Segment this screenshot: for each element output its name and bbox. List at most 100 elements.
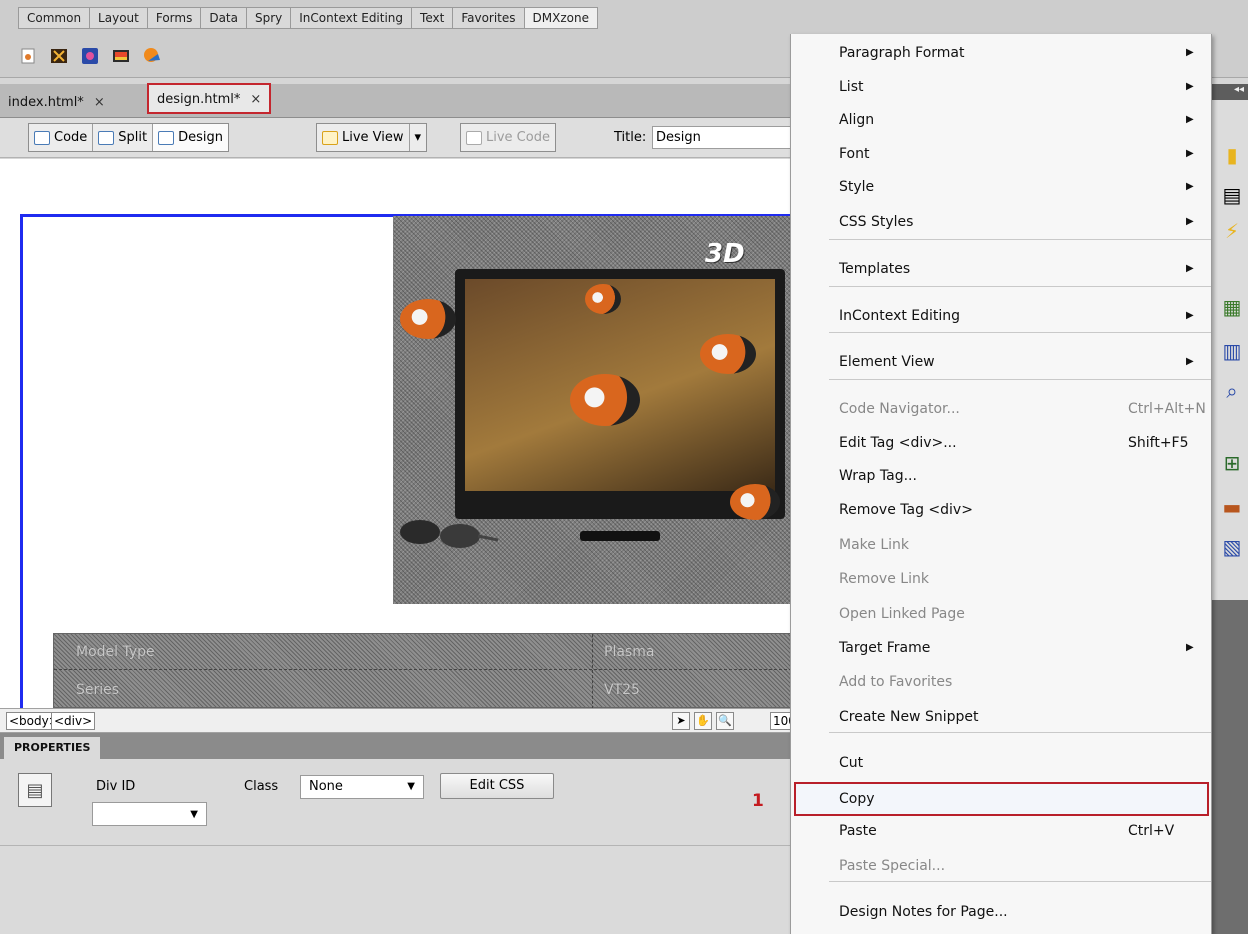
table-icon[interactable]: ▥: [1220, 340, 1244, 362]
live-view-button[interactable]: Live View: [317, 124, 410, 151]
insert-flash-icon[interactable]: [49, 46, 69, 66]
panel-dock: ◂◂ ▮ ▤ ⚡ ▦ ▥ ⌕ ⊞ ▬ ▧: [1212, 84, 1248, 934]
insert-image-icon[interactable]: [18, 46, 38, 66]
menu-item-element-view[interactable]: Element View ▶: [791, 345, 1211, 379]
context-menu: Paragraph Format ▶ List ▶ Align ▶ Font ▶ Style ▶ C…: [790, 34, 1212, 934]
submenu-arrow-icon: ▶: [1186, 263, 1194, 274]
category-forms[interactable]: Forms: [148, 8, 202, 28]
clownfish-graphic: [700, 334, 756, 374]
title-input[interactable]: Design: [652, 126, 792, 149]
category-text[interactable]: Text: [412, 8, 454, 28]
database-icon[interactable]: ▮: [1220, 144, 1244, 166]
table-row: Model Type Plasma: [54, 634, 790, 670]
snippets-icon[interactable]: ▦: [1220, 296, 1244, 318]
sitemap-icon[interactable]: ⊞: [1220, 452, 1244, 474]
menu-item-style[interactable]: Style ▶: [791, 170, 1211, 204]
menu-item-design-notes-for-page[interactable]: Design Notes for Page...: [791, 895, 1211, 929]
pointer-icon[interactable]: ➤: [672, 712, 690, 730]
menu-item-align[interactable]: Align ▶: [791, 103, 1211, 137]
code-icon: [34, 130, 50, 145]
collapse-panels-button[interactable]: ◂◂: [1212, 84, 1248, 100]
menu-item-label: Target Frame: [839, 640, 931, 656]
tab-index-html[interactable]: index.html* ×: [0, 88, 113, 117]
category-data[interactable]: Data: [201, 8, 247, 28]
design-canvas[interactable]: 3D Model Type Plasma Series VT25: [0, 159, 790, 708]
spec-table: Model Type Plasma Series VT25: [53, 633, 790, 708]
menu-item-css-styles[interactable]: CSS Styles ▶: [791, 205, 1211, 239]
menu-item-paste-special[interactable]: Paste Special...: [791, 849, 1211, 883]
tab-design-html[interactable]: design.html* ×: [147, 83, 272, 114]
menu-item-label: Remove Link: [839, 571, 929, 587]
search-icon[interactable]: ⌕: [1220, 380, 1244, 402]
menu-item-open-linked-page[interactable]: Open Linked Page: [791, 597, 1211, 631]
live-code-button[interactable]: Live Code: [461, 124, 555, 151]
menu-item-font[interactable]: Font ▶: [791, 137, 1211, 171]
live-view-dropdown[interactable]: ▾: [410, 124, 427, 151]
menu-item-label: Cut: [839, 755, 864, 771]
menu-item-make-link[interactable]: Make Link: [791, 528, 1211, 562]
div-id-select[interactable]: ▼: [92, 802, 207, 826]
menu-item-target-frame[interactable]: Target Frame ▶: [791, 631, 1211, 665]
lightning-icon[interactable]: ⚡: [1220, 220, 1244, 242]
menu-item-wrap-tag[interactable]: Wrap Tag...: [791, 459, 1211, 493]
edit-css-button[interactable]: Edit CSS: [440, 773, 554, 799]
clownfish-graphic: [570, 374, 640, 426]
assets-icon[interactable]: ▬: [1220, 496, 1244, 518]
menu-item-add-to-favorites[interactable]: Add to Favorites: [791, 665, 1211, 699]
server-behavior-icon[interactable]: ▤: [1220, 184, 1244, 206]
menu-item-create-new-snippet[interactable]: Create New Snippet: [791, 700, 1211, 734]
live-code-group: Live Code: [460, 123, 556, 152]
menu-item-shortcut: Shift+F5: [1128, 435, 1189, 451]
divider: [0, 845, 790, 846]
panel-icon-strip: ▮ ▤ ⚡ ▦ ▥ ⌕ ⊞ ▬ ▧: [1212, 100, 1248, 600]
menu-item-code-navigator[interactable]: Code Navigator... Ctrl+Alt+N: [791, 392, 1211, 426]
menu-item-remove-link[interactable]: Remove Link: [791, 562, 1211, 596]
div-id-label: Div ID: [96, 779, 136, 794]
design-label: Design: [178, 130, 223, 145]
hand-icon[interactable]: ✋: [694, 712, 712, 730]
submenu-arrow-icon: ▶: [1186, 642, 1194, 653]
insert-categories: Common Layout Forms Data Spry InContext …: [18, 7, 598, 29]
tag-inspector-icon[interactable]: ▧: [1220, 536, 1244, 558]
close-icon[interactable]: ×: [250, 92, 261, 107]
menu-item-remove-tag-div[interactable]: Remove Tag <div>: [791, 493, 1211, 527]
category-dmxzone[interactable]: DMXzone: [524, 8, 597, 28]
menu-item-label: Create New Snippet: [839, 709, 979, 725]
menu-item-list[interactable]: List ▶: [791, 70, 1211, 104]
live-code-label: Live Code: [486, 130, 550, 145]
menu-item-templates[interactable]: Templates ▶: [791, 252, 1211, 286]
category-spry[interactable]: Spry: [247, 8, 292, 28]
design-icon: [158, 130, 175, 145]
insert-icons: [18, 46, 162, 66]
insert-widget-icon[interactable]: [142, 46, 162, 66]
menu-item-edit-tag-div[interactable]: Edit Tag <div>... Shift+F5: [791, 426, 1211, 460]
split-icon: [98, 130, 115, 145]
category-common[interactable]: Common: [19, 8, 91, 28]
category-layout[interactable]: Layout: [90, 8, 148, 28]
split-view-button[interactable]: Split: [93, 124, 154, 151]
menu-item-cut[interactable]: Cut: [791, 746, 1211, 780]
insert-gallery-icon[interactable]: [80, 46, 100, 66]
zoom-icon[interactable]: 🔍: [716, 712, 734, 730]
table-cell-value: Plasma: [604, 644, 655, 660]
menu-item-label: Add to Favorites: [839, 674, 953, 690]
tag-selector-div[interactable]: <div>: [51, 712, 96, 730]
insert-slideshow-icon[interactable]: [111, 46, 131, 66]
design-view-button[interactable]: Design: [153, 124, 228, 151]
close-icon[interactable]: ×: [94, 95, 105, 110]
menu-item-paste[interactable]: Paste Ctrl+V: [791, 814, 1211, 848]
properties-tab[interactable]: PROPERTIES: [4, 737, 101, 759]
menu-item-paragraph-format[interactable]: Paragraph Format ▶: [791, 36, 1211, 70]
submenu-arrow-icon: ▶: [1186, 148, 1194, 159]
menu-item-copy[interactable]: Copy: [794, 782, 1209, 816]
zoom-level[interactable]: 100%: [770, 712, 792, 730]
menu-separator: [829, 286, 1211, 287]
menu-item-incontext-editing[interactable]: InContext Editing ▶: [791, 299, 1211, 333]
category-incontext-editing[interactable]: InContext Editing: [291, 8, 413, 28]
menu-separator: [829, 379, 1211, 380]
menu-item-label: Remove Tag <div>: [839, 502, 973, 518]
code-view-button[interactable]: Code: [29, 124, 94, 151]
category-favorites[interactable]: Favorites: [453, 8, 525, 28]
class-select[interactable]: None ▼: [300, 775, 424, 799]
document-tabs: index.html* ×: [0, 84, 790, 118]
